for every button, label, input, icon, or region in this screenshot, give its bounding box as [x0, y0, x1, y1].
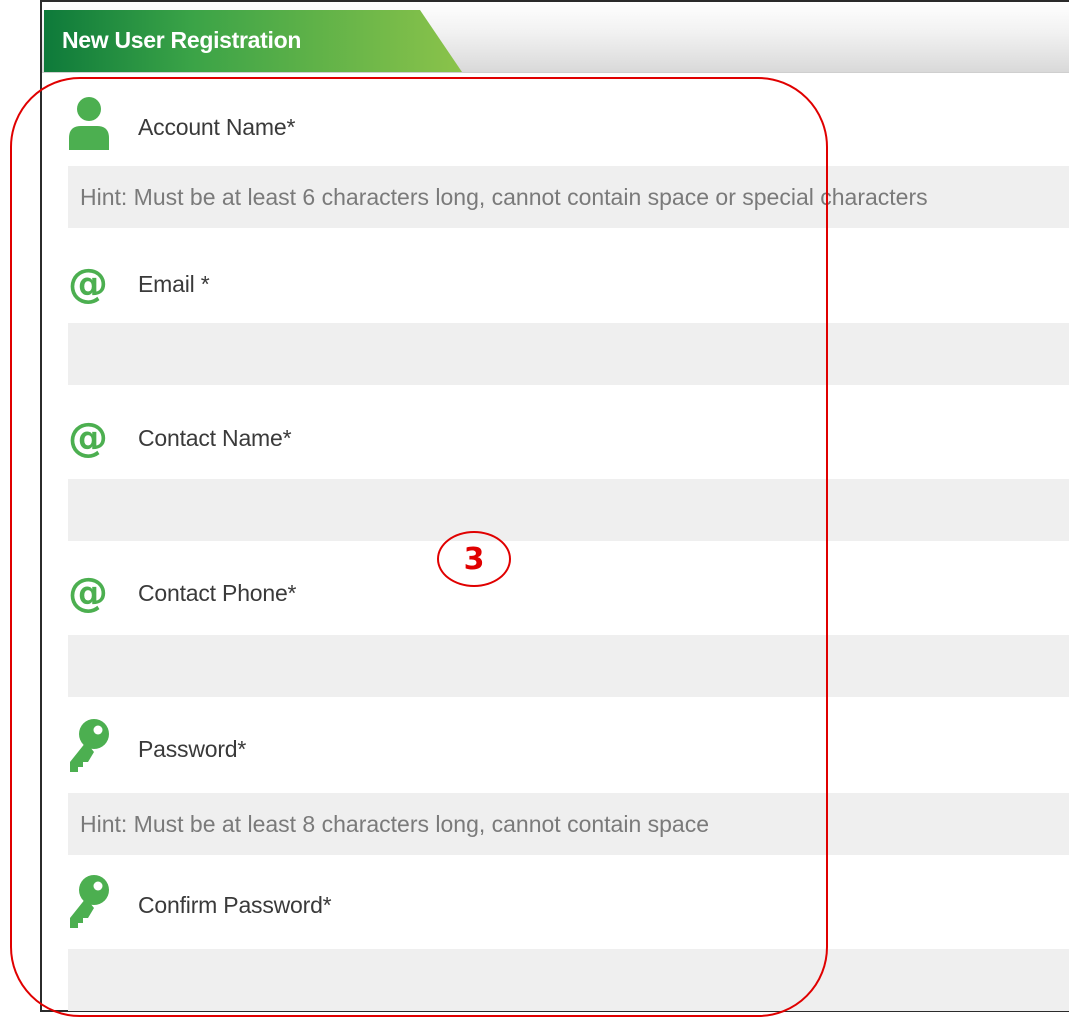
registration-panel: New User Registration Account Name* @ Em…: [40, 0, 1069, 1012]
password-label: Password*: [138, 735, 247, 762]
contact-name-label: Contact Name*: [138, 424, 292, 451]
contact-phone-label: Contact Phone*: [138, 579, 297, 606]
account-name-label: Account Name*: [138, 113, 296, 140]
annotation-number: 3: [463, 541, 485, 577]
user-icon: [69, 97, 109, 150]
header-tab: New User Registration: [44, 10, 462, 72]
at-icon: @: [68, 415, 108, 461]
email-input[interactable]: [68, 323, 1069, 385]
panel-title: New User Registration: [62, 27, 302, 53]
at-icon: @: [68, 570, 108, 616]
email-label: Email *: [138, 270, 210, 297]
at-icon: @: [68, 261, 108, 307]
key-icon: [70, 875, 109, 928]
annotation-marker: 3: [437, 531, 511, 587]
contact-phone-label-row: @ Contact Phone*: [68, 568, 297, 618]
contact-phone-input[interactable]: [68, 635, 1069, 697]
password-input[interactable]: [68, 793, 1069, 855]
password-label-row: Password*: [68, 719, 247, 774]
contact-name-input[interactable]: [68, 479, 1069, 541]
key-icon: [70, 719, 109, 772]
confirm-password-label: Confirm Password*: [138, 891, 332, 918]
confirm-password-input[interactable]: [68, 949, 1069, 1011]
account-name-label-row: Account Name*: [68, 97, 296, 152]
panel-header: New User Registration: [42, 2, 1069, 73]
account-name-input[interactable]: [68, 166, 1069, 228]
email-label-row: @ Email *: [68, 259, 210, 309]
confirm-password-label-row: Confirm Password*: [68, 875, 332, 930]
contact-name-label-row: @ Contact Name*: [68, 413, 292, 463]
